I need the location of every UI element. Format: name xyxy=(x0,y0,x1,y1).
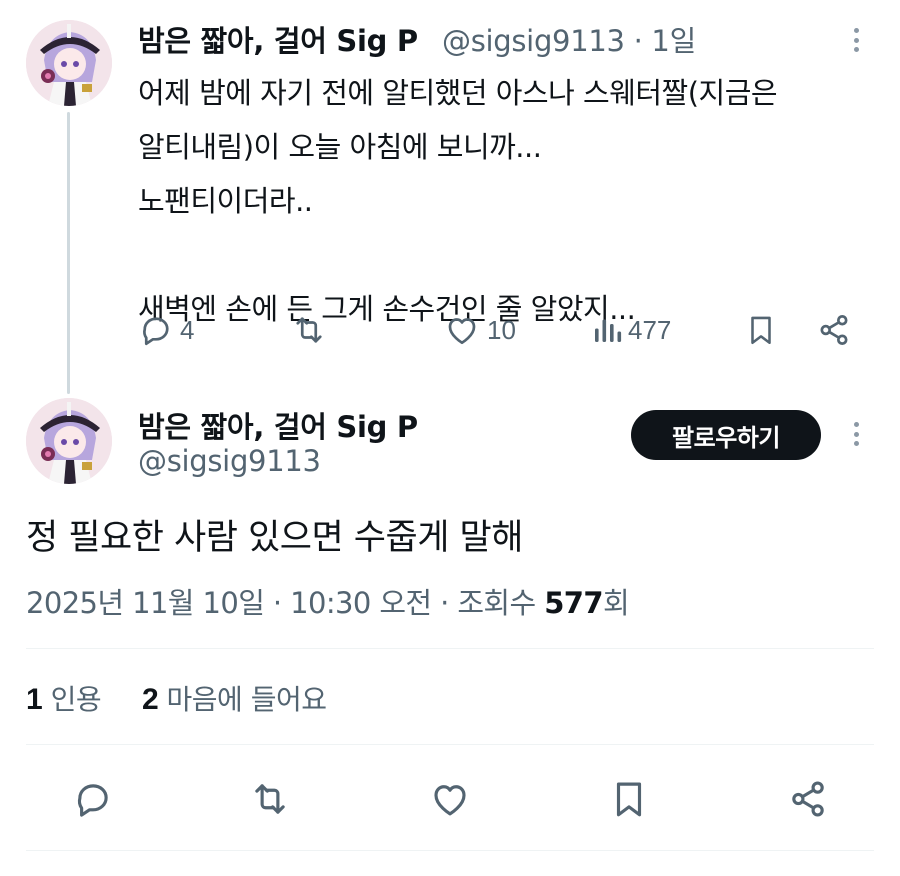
likes-count[interactable]: 2 xyxy=(142,683,159,716)
divider xyxy=(26,648,874,649)
tweet-line xyxy=(138,228,868,282)
share-button[interactable] xyxy=(786,778,830,820)
author-handle[interactable]: @sigsig9113 xyxy=(138,444,321,478)
like-count: 10 xyxy=(487,314,516,345)
tweet-date[interactable]: 2025년 11월 10일 · 10:30 오전 · 조회수 xyxy=(26,586,544,620)
views-suffix: 회 xyxy=(602,586,630,620)
handle-text: @sigsig9113 xyxy=(442,24,625,58)
separator-dot: · xyxy=(633,24,643,58)
avatar[interactable] xyxy=(26,398,112,484)
follow-button[interactable]: 팔로우하기 xyxy=(631,410,821,460)
like-icon xyxy=(448,318,476,345)
retweet-button[interactable] xyxy=(247,778,293,820)
reply-count: 4 xyxy=(180,314,195,345)
bookmark-icon xyxy=(751,316,771,345)
bookmark-button[interactable] xyxy=(608,778,650,820)
more-icon[interactable] xyxy=(851,25,861,55)
quotes-label[interactable]: 인용 xyxy=(51,683,102,716)
tweet-meta: 2025년 11월 10일 · 10:30 오전 · 조회수 577회 xyxy=(26,580,630,622)
reply-button[interactable] xyxy=(72,778,114,820)
like-icon xyxy=(434,785,466,816)
likes-label[interactable]: 마음에 들어요 xyxy=(167,683,327,716)
more-icon[interactable] xyxy=(851,419,861,449)
tweet-line: 노팬티이더라.. xyxy=(138,184,313,218)
share-icon xyxy=(792,781,824,817)
like-button[interactable]: 10 xyxy=(443,312,516,348)
tweet-text: 정 필요한 사람 있으면 수줍게 말해 xyxy=(26,518,523,558)
thread-line xyxy=(67,112,70,394)
avatar-image xyxy=(26,20,112,106)
avatar[interactable] xyxy=(26,20,112,106)
author-name[interactable]: 밤은 짧아, 걸어 Sig P xyxy=(138,404,418,446)
views-button[interactable]: 477 xyxy=(592,312,671,348)
avatar-image xyxy=(26,398,112,484)
reply-button[interactable]: 4 xyxy=(138,312,194,348)
author-name[interactable]: 밤은 짧아, 걸어 Sig P xyxy=(138,18,418,60)
tweet-body: 어제 밤에 자기 전에 알티했던 아스나 스웨터짤(지금은 알티내림)이 오늘 … xyxy=(138,66,868,336)
retweet-button[interactable] xyxy=(290,312,334,348)
bookmark-button[interactable] xyxy=(744,312,778,348)
reply-icon xyxy=(143,317,169,346)
engagement-stats: 1 인용 2 마음에 들어요 xyxy=(26,678,327,718)
share-button[interactable] xyxy=(816,312,852,348)
tweet-line: 어제 밤에 자기 전에 알티했던 아스나 스웨터짤(지금은 xyxy=(138,76,778,110)
bookmark-icon xyxy=(616,782,642,817)
divider xyxy=(26,850,874,851)
tweet-time[interactable]: 1일 xyxy=(651,24,696,58)
views-icon xyxy=(595,319,622,342)
reply-icon xyxy=(77,784,108,817)
like-button[interactable] xyxy=(428,778,472,820)
views-count: 477 xyxy=(628,314,672,345)
quotes-count[interactable]: 1 xyxy=(26,683,43,716)
tweet-line: 알티내림)이 오늘 아침에 보니까... xyxy=(138,130,542,164)
share-icon xyxy=(820,315,848,345)
views-count: 577 xyxy=(544,586,603,620)
retweet-icon xyxy=(296,317,322,343)
retweet-icon xyxy=(255,784,285,814)
divider xyxy=(26,744,874,745)
author-handle[interactable]: @sigsig9113 · 1일 xyxy=(442,18,696,60)
